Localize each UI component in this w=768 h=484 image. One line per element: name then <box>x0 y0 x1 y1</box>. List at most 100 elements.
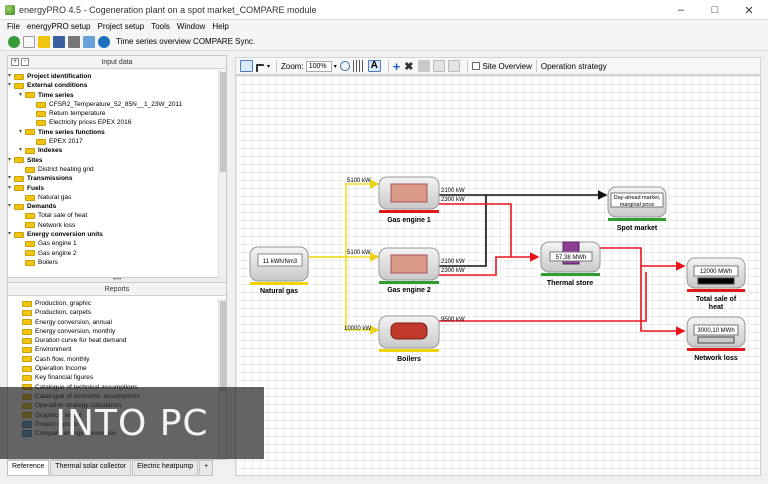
expand-all-icon[interactable]: + <box>11 58 19 66</box>
close-button[interactable]: ✕ <box>732 0 766 20</box>
copy-layout-icon[interactable] <box>432 60 445 72</box>
report-item[interactable]: Production, graphic <box>8 299 226 308</box>
report-item-label: Production, graphic <box>35 300 92 307</box>
input-tree-item[interactable]: ▾ Project identification <box>8 72 226 81</box>
grid-icon[interactable] <box>352 60 365 72</box>
tab-electric-heatpump[interactable]: Electric heatpump <box>132 460 199 476</box>
zoom-dropdown-icon[interactable]: ▾ <box>334 63 337 70</box>
new-file-icon[interactable] <box>23 35 35 48</box>
input-tree-scrollbar[interactable] <box>218 70 226 278</box>
input-tree-item[interactable]: Gas engine 2 <box>8 249 226 258</box>
input-tree-item[interactable]: Return temperature <box>8 109 226 118</box>
report-item[interactable]: Energy conversion, monthly <box>8 327 226 336</box>
connector-tool-icon[interactable] <box>256 63 264 72</box>
report-item[interactable]: Duration curve for heat demand <box>8 336 226 345</box>
magnify-icon[interactable] <box>339 61 350 71</box>
compare-toolbar-label[interactable]: Time series overview COMPARE Sync. <box>116 37 255 46</box>
tree-toggle-icon[interactable]: ▾ <box>8 174 11 183</box>
gas-engine-1-label: Gas engine 1 <box>387 217 431 224</box>
tree-item-label: Return temperature <box>49 110 106 118</box>
input-tree-item[interactable]: ▾ Indexes <box>8 146 226 155</box>
menu-help[interactable]: Help <box>212 22 228 31</box>
chevron-down-icon[interactable]: ▾ <box>267 63 270 70</box>
input-tree-item[interactable]: ▾ Sites <box>8 156 226 165</box>
input-tree-item[interactable]: Total sale of heat <box>8 211 226 220</box>
pointer-tool-icon[interactable] <box>240 60 253 72</box>
site-overview-button[interactable]: Site Overview <box>483 62 532 71</box>
tree-toggle-icon[interactable]: ▾ <box>8 156 11 165</box>
menu-tools[interactable]: Tools <box>151 22 170 31</box>
folder-icon <box>25 213 35 220</box>
tab-thermal-solar-collector[interactable]: Thermal solar collector <box>50 460 132 476</box>
report-item[interactable]: Environment <box>8 345 226 354</box>
diagram-toolbar: ▾ Zoom: 100% ▾ A + ✖ Site Overview Opera… <box>235 57 761 75</box>
report-item[interactable]: Key financial figures <box>8 373 226 382</box>
minimize-button[interactable]: – <box>664 0 698 20</box>
menu-window[interactable]: Window <box>177 22 205 31</box>
refresh-icon[interactable] <box>8 35 20 48</box>
input-tree-item[interactable]: ▾ External conditions <box>8 81 226 90</box>
input-tree-item[interactable]: District heating grid <box>8 165 226 174</box>
tree-toggle-icon[interactable]: ▾ <box>8 81 11 90</box>
report-item[interactable]: Cash flow, monthly <box>8 355 226 364</box>
folder-icon <box>14 203 24 210</box>
diagram-canvas[interactable]: 11 kWh/Nm3 Natural gas Gas engine 1 5100… <box>235 75 761 476</box>
input-tree-item[interactable]: ▾ Time series functions <box>8 128 226 137</box>
report-item-label: Key financial figures <box>35 374 94 382</box>
tree-toggle-icon[interactable]: ▾ <box>8 72 11 81</box>
input-tree-item[interactable]: EPEX 2017 <box>8 137 226 146</box>
tree-toggle-icon[interactable]: ▾ <box>8 202 11 211</box>
maximize-button[interactable]: □ <box>698 0 732 20</box>
input-tree-item[interactable]: Gas engine 1 <box>8 239 226 248</box>
report-item[interactable]: Energy conversion, annual <box>8 318 226 327</box>
input-tree-item[interactable]: ▾ Energy conversion units <box>8 230 226 239</box>
collapse-all-icon[interactable]: - <box>21 58 29 66</box>
save-layout-icon[interactable] <box>417 60 430 72</box>
paste-layout-icon[interactable] <box>447 60 460 72</box>
text-tool-icon[interactable]: A <box>367 60 381 72</box>
report-item[interactable]: Operation Income <box>8 364 226 373</box>
tab-reference[interactable]: Reference <box>7 460 50 476</box>
network-loss-node[interactable]: 3000,10 MWh Network loss <box>686 316 746 362</box>
input-tree-item[interactable]: Boilers <box>8 258 226 267</box>
input-tree-item[interactable]: ▾ Time series <box>8 91 226 100</box>
tree-toggle-icon[interactable]: ▾ <box>19 128 22 137</box>
input-tree-item[interactable]: Network loss <box>8 221 226 230</box>
menu-file[interactable]: File <box>7 22 20 31</box>
folder-icon <box>14 175 24 182</box>
menu-project-setup[interactable]: Project setup <box>97 22 144 31</box>
natural-gas-node[interactable]: 11 kWh/Nm3 Natural gas <box>249 246 309 295</box>
report-item-label: Production, carpets <box>35 309 92 317</box>
spot-market-node[interactable]: Day-ahead market, marginal price Spot ma… <box>607 186 667 232</box>
tree-toggle-icon[interactable]: ▾ <box>19 146 22 155</box>
add-icon[interactable]: + <box>393 59 401 74</box>
copy-icon[interactable] <box>83 35 95 48</box>
input-tree-item[interactable]: CFSR2_Temperature_52_85N__1_23W_2011 <box>8 100 226 109</box>
input-tree-item[interactable]: ▾ Demands <box>8 202 226 211</box>
open-folder-icon[interactable] <box>38 35 50 48</box>
input-tree-item[interactable]: ▾ Transmissions <box>8 174 226 183</box>
save-icon[interactable] <box>53 35 65 48</box>
gas-engine-2-node[interactable]: Gas engine 2 5100 kW 2100 kW 2300 kW <box>347 247 465 294</box>
input-tree-item[interactable]: Electricity prices EPEX 2016 <box>8 118 226 127</box>
tab-add[interactable]: + <box>199 460 214 476</box>
thermal-store-node[interactable]: 57,38 MWh Thermal store <box>540 241 601 287</box>
delete-icon[interactable]: ✖ <box>404 60 413 73</box>
tree-toggle-icon[interactable]: ▾ <box>8 184 11 193</box>
fuel-lines <box>309 179 380 335</box>
total-sale-node[interactable]: 12000 MWh Total sale of heat <box>686 257 746 311</box>
print-icon[interactable] <box>68 35 80 48</box>
globe-icon[interactable] <box>98 35 110 48</box>
input-tree-item[interactable]: ▾ Fuels <box>8 184 226 193</box>
zoom-label: Zoom: <box>281 61 304 71</box>
spot-market-value-2: marginal price <box>620 202 655 208</box>
boilers-node[interactable]: Boilers 10000 kW 9500 kW <box>344 315 465 363</box>
natural-gas-value: 11 kWh/Nm3 <box>263 259 298 265</box>
zoom-field[interactable]: 100% <box>305 60 332 72</box>
tree-toggle-icon[interactable]: ▾ <box>19 91 22 100</box>
menu-energypro-setup[interactable]: energyPRO setup <box>27 22 91 31</box>
tree-toggle-icon[interactable]: ▾ <box>8 230 11 239</box>
input-tree-item[interactable]: Natural gas <box>8 193 226 202</box>
operation-strategy-button[interactable]: Operation strategy <box>541 62 607 71</box>
report-item[interactable]: Production, carpets <box>8 308 226 317</box>
